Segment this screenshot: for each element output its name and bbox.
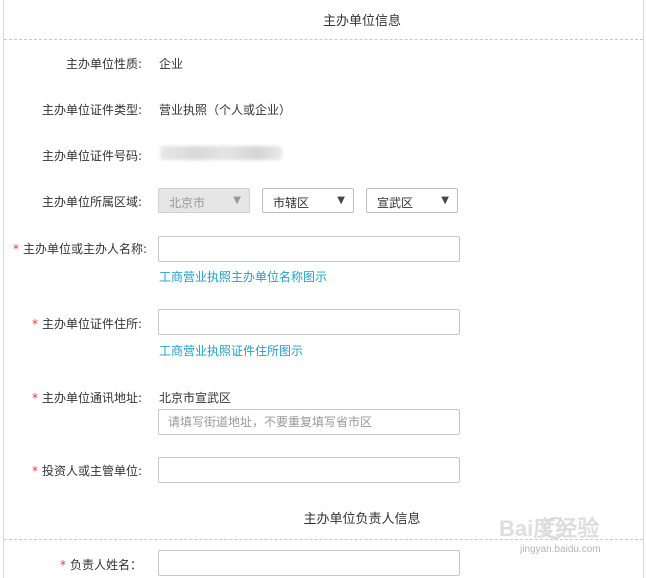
region-label: 主办单位所属区域: [41,195,142,209]
cert-type-label: 主办单位证件类型: [41,103,142,117]
required-mark: * [59,558,66,572]
section-title-leader: 主办单位负责人信息 [303,512,421,527]
nature-value: 企业 [159,57,184,71]
section-divider [4,39,643,40]
nature-label: 主办单位性质: [65,57,142,71]
watermark-brand: Bai度经验 [499,516,599,541]
org-name-input[interactable] [158,236,460,262]
investor-input[interactable] [158,457,460,483]
chevron-down-icon: ▼ [441,195,449,206]
leader-name-input[interactable] [158,550,460,576]
cert-no-blurred-value [160,146,282,160]
section-divider [4,539,643,540]
mail-address-input[interactable]: 请填写街道地址，不要重复填写省市区 [158,409,460,435]
cert-address-input[interactable] [158,309,460,335]
cert-type-value: 营业执照（个人或企业） [159,103,292,117]
city-select-value: 市辖区 [273,196,310,210]
city-select[interactable]: 市辖区 ▼ [262,188,354,213]
watermark-url: jingyan.baidu.com [520,544,601,555]
chevron-down-icon: ▼ [337,195,345,206]
org-name-label: * 主办单位或主办人名称: [12,242,147,256]
section-title-host: 主办单位信息 [322,14,401,29]
required-mark: * [31,317,38,331]
frame-right-border [643,0,644,578]
province-select-value: 北京市 [169,196,206,210]
leader-name-label: * 负责人姓名： [59,558,142,572]
mail-address-label: * 主办单位通讯地址: [31,391,142,405]
required-mark: * [12,242,19,256]
cert-no-label: 主办单位证件号码: [41,149,142,163]
required-mark: * [31,391,38,405]
chevron-down-icon: ▼ [233,195,241,206]
cert-address-help-link[interactable]: 工商营业执照证件住所图示 [159,342,303,359]
cert-address-label: * 主办单位证件住所: [31,317,142,331]
district-select[interactable]: 宣武区 ▼ [366,188,458,213]
investor-label: * 投资人或主管单位: [31,464,142,478]
province-select: 北京市 ▼ [158,188,250,213]
frame-left-border [3,0,4,578]
district-select-value: 宣武区 [377,196,414,210]
required-mark: * [31,464,38,478]
org-name-help-link[interactable]: 工商营业执照主办单位名称图示 [159,268,327,285]
mail-address-prefix: 北京市宣武区 [159,391,232,405]
baidu-jingyan-watermark: Bai度经验 [499,516,599,541]
